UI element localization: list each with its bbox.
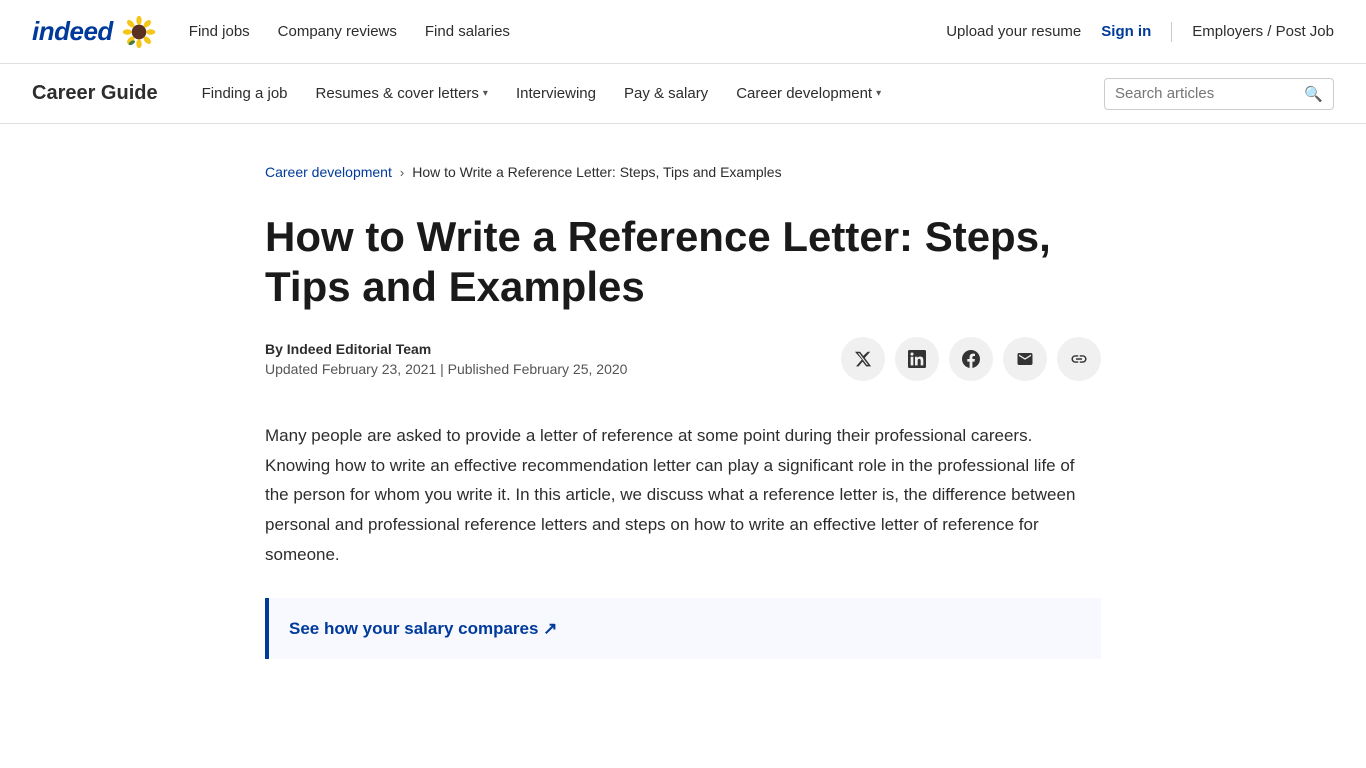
facebook-share-button[interactable] <box>949 337 993 381</box>
career-guide-title: Career Guide <box>32 82 158 105</box>
search-box: 🔍 <box>1104 78 1334 110</box>
career-dev-dropdown-arrow: ▾ <box>876 88 881 99</box>
indeed-wordmark: indeed <box>32 16 113 47</box>
resumes-link[interactable]: Resumes & cover letters ▾ <box>304 77 500 110</box>
indeed-logo[interactable]: indeed <box>32 14 157 50</box>
breadcrumb-parent-link[interactable]: Career development <box>265 164 392 180</box>
linkedin-icon <box>908 350 926 368</box>
social-share-buttons <box>841 337 1101 381</box>
article-intro-paragraph: Many people are asked to provide a lette… <box>265 421 1101 570</box>
interviewing-link[interactable]: Interviewing <box>504 77 608 110</box>
link-icon <box>1070 350 1088 368</box>
linkedin-share-button[interactable] <box>895 337 939 381</box>
breadcrumb-current: How to Write a Reference Letter: Steps, … <box>412 164 781 180</box>
find-salaries-link[interactable]: Find salaries <box>425 23 510 40</box>
article-body: Many people are asked to provide a lette… <box>265 421 1101 660</box>
article-title: How to Write a Reference Letter: Steps, … <box>265 212 1085 313</box>
find-jobs-link[interactable]: Find jobs <box>189 23 250 40</box>
cg-nav-links: Finding a job Resumes & cover letters ▾ … <box>190 77 1104 110</box>
search-input[interactable] <box>1115 85 1300 102</box>
main-content: Career development › How to Write a Refe… <box>0 124 1366 719</box>
meta-row: By Indeed Editorial Team Updated Februar… <box>265 337 1101 381</box>
email-icon <box>1016 350 1034 368</box>
breadcrumb: Career development › How to Write a Refe… <box>265 164 1101 180</box>
sunflower-icon <box>121 14 157 50</box>
twitter-share-button[interactable] <box>841 337 885 381</box>
author-name: By Indeed Editorial Team <box>265 341 431 357</box>
sign-in-link[interactable]: Sign in <box>1101 23 1151 40</box>
date-line: Updated February 23, 2021 | Published Fe… <box>265 361 627 377</box>
resumes-dropdown-arrow: ▾ <box>483 88 488 99</box>
search-icon: 🔍 <box>1304 85 1323 103</box>
callout-box: See how your salary compares ↗ <box>265 598 1101 660</box>
career-guide-nav: Career Guide Finding a job Resumes & cov… <box>0 64 1366 124</box>
employers-link[interactable]: Employers / Post Job <box>1192 23 1334 40</box>
email-share-button[interactable] <box>1003 337 1047 381</box>
nav-divider <box>1171 22 1172 42</box>
copy-link-button[interactable] <box>1057 337 1101 381</box>
top-nav-right: Upload your resume Sign in Employers / P… <box>946 22 1334 42</box>
article-meta: By Indeed Editorial Team Updated Februar… <box>265 341 627 377</box>
top-nav-links: Find jobs Company reviews Find salaries <box>189 23 946 40</box>
facebook-icon <box>962 350 980 368</box>
upload-resume-link[interactable]: Upload your resume <box>946 23 1081 40</box>
pay-salary-link[interactable]: Pay & salary <box>612 77 720 110</box>
author-line: By Indeed Editorial Team <box>265 341 627 357</box>
salary-compare-link[interactable]: See how your salary compares ↗ <box>289 619 557 638</box>
finding-job-link[interactable]: Finding a job <box>190 77 300 110</box>
twitter-icon <box>854 350 872 368</box>
company-reviews-link[interactable]: Company reviews <box>278 23 397 40</box>
top-nav: indeed Find jobs Company reviews <box>0 0 1366 64</box>
career-dev-link[interactable]: Career development ▾ <box>724 77 893 110</box>
breadcrumb-chevron: › <box>400 165 404 180</box>
